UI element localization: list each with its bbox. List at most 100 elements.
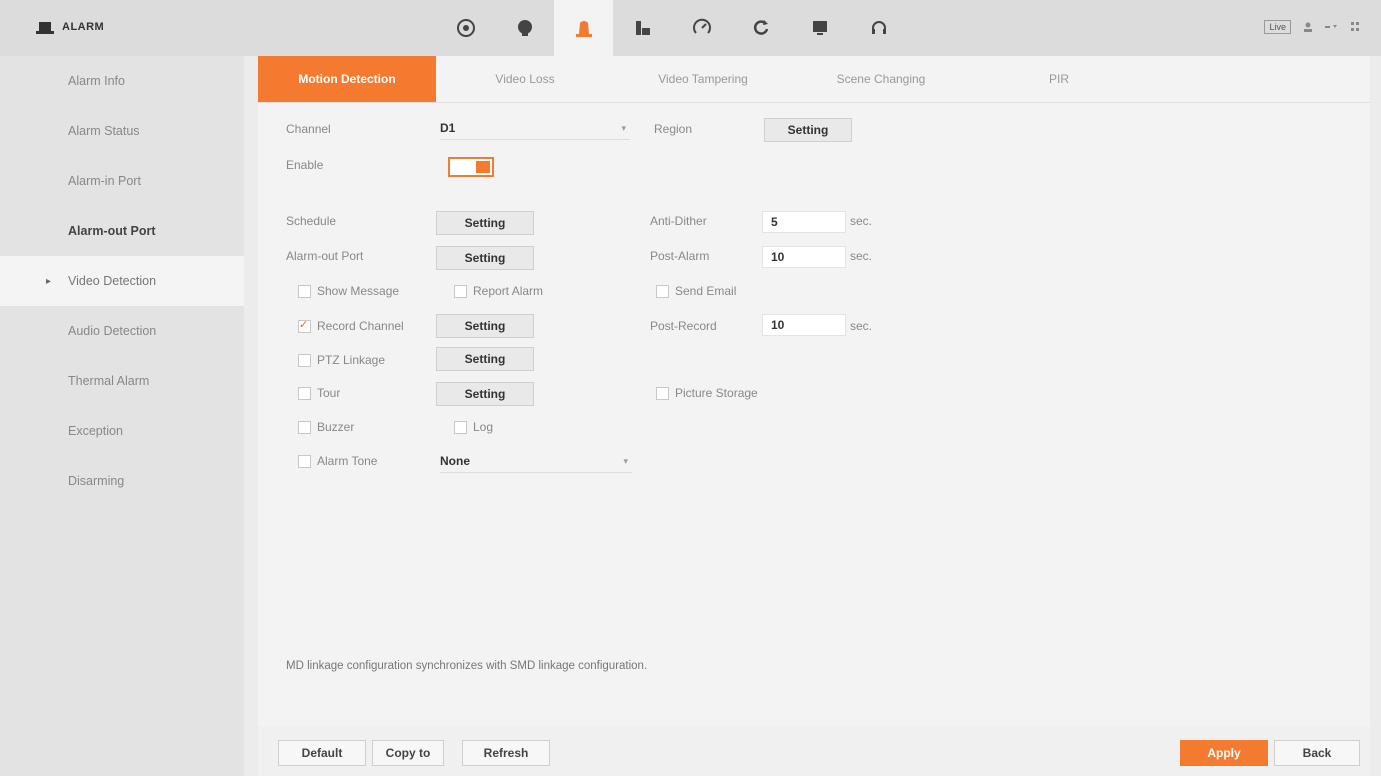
storage-icon — [635, 21, 650, 35]
post-record-input[interactable]: 10 — [762, 314, 846, 336]
network-icon — [692, 18, 711, 34]
monitor-icon — [812, 21, 827, 35]
sidebar-item-alarm-info[interactable]: Alarm Info — [0, 56, 244, 106]
bottom-bar: Default Copy to Refresh Apply Back — [258, 726, 1370, 776]
toggle-knob — [476, 161, 490, 173]
picture-storage-checkbox[interactable]: Picture Storage — [656, 386, 758, 400]
checkbox-box — [298, 353, 311, 367]
sidebar-item-alarm-in-port[interactable]: Alarm-in Port — [0, 156, 244, 206]
refresh-button[interactable]: Refresh — [462, 740, 550, 766]
sidebar-item-label: Alarm Status — [68, 124, 140, 138]
module-support[interactable] — [849, 0, 908, 56]
sidebar-item-video-detection[interactable]: ▸ Video Detection — [0, 256, 244, 306]
anti-dither-label: Anti-Dither — [650, 214, 707, 228]
tab-video-tampering[interactable]: Video Tampering — [614, 56, 792, 102]
report-alarm-checkbox[interactable]: Report Alarm — [454, 284, 543, 298]
module-storage[interactable] — [613, 0, 672, 56]
record-channel-checkbox[interactable]: Record Channel — [298, 318, 404, 333]
copy-to-button[interactable]: Copy to — [372, 740, 444, 766]
tab-bar: Motion Detection Video Loss Video Tamper… — [258, 56, 1370, 103]
default-button[interactable]: Default — [278, 740, 366, 766]
record-setting-button[interactable]: Setting — [436, 314, 534, 338]
checkbox-box — [298, 454, 311, 468]
module-maintenance[interactable] — [731, 0, 790, 56]
tour-setting-button[interactable]: Setting — [436, 382, 534, 406]
checkbox-box — [454, 420, 467, 434]
channel-value: D1 — [440, 121, 456, 135]
live-button[interactable]: Live — [1264, 20, 1291, 34]
send-email-checkbox[interactable]: Send Email — [656, 284, 736, 298]
app-title: ALARM — [36, 20, 104, 34]
post-record-label: Post-Record — [650, 319, 717, 333]
tab-video-loss[interactable]: Video Loss — [436, 56, 614, 102]
user-icon[interactable] — [1303, 22, 1313, 32]
chevron-right-icon: ▸ — [46, 275, 52, 287]
grid-icon[interactable] — [1351, 22, 1359, 32]
tab-pir[interactable]: PIR — [970, 56, 1148, 102]
post-alarm-label: Post-Alarm — [650, 249, 710, 263]
main-panel: Motion Detection Video Loss Video Tamper… — [258, 56, 1370, 726]
anti-dither-input[interactable]: 5 — [762, 211, 846, 233]
record-channel-label: Record Channel — [317, 319, 404, 333]
module-nav — [436, 0, 908, 56]
log-label: Log — [473, 420, 494, 434]
sidebar-item-exception[interactable]: Exception — [0, 406, 244, 456]
sidebar-item-label: Alarm-out Port — [68, 224, 156, 238]
tour-label: Tour — [317, 386, 341, 400]
region-label: Region — [654, 122, 693, 136]
post-alarm-unit: sec. — [850, 249, 873, 263]
sidebar-item-label: Disarming — [68, 474, 125, 488]
sidebar-item-label: Audio Detection — [68, 324, 157, 338]
sidebar-item-disarming[interactable]: Disarming — [0, 456, 244, 506]
ptz-linkage-label: PTZ Linkage — [317, 353, 386, 367]
buzzer-checkbox[interactable]: Buzzer — [298, 420, 354, 434]
top-bar: ALARM Live — [0, 0, 1381, 56]
anti-dither-unit: sec. — [850, 214, 873, 228]
alarm-tone-select[interactable]: None ▾ — [440, 450, 632, 473]
ptz-linkage-checkbox[interactable]: PTZ Linkage — [298, 353, 385, 367]
tour-checkbox[interactable]: Tour — [298, 386, 340, 400]
sidebar-item-thermal-alarm[interactable]: Thermal Alarm — [0, 356, 244, 406]
module-alarm[interactable] — [554, 0, 613, 56]
sidebar: Alarm Info Alarm Status Alarm-in Port Al… — [0, 56, 244, 776]
schedule-setting-button[interactable]: Setting — [436, 211, 534, 235]
alarm-tone-checkbox[interactable]: Alarm Tone — [298, 454, 377, 468]
checkbox-box — [454, 284, 467, 298]
sidebar-item-alarm-status[interactable]: Alarm Status — [0, 106, 244, 156]
gauge-icon — [456, 19, 475, 37]
sidebar-item-audio-detection[interactable]: Audio Detection — [0, 306, 244, 356]
checkbox-box-checked — [298, 318, 311, 333]
linkage-note: MD linkage configuration synchronizes wi… — [286, 660, 648, 672]
channel-select[interactable]: D1 ▾ — [440, 117, 630, 140]
enable-toggle[interactable] — [448, 157, 494, 177]
camera-icon — [517, 20, 532, 36]
picture-storage-label: Picture Storage — [675, 386, 758, 400]
show-message-checkbox[interactable]: Show Message — [298, 284, 399, 298]
apply-button[interactable]: Apply — [1180, 740, 1268, 766]
shortcut-menu-icon[interactable] — [1325, 22, 1339, 32]
module-dashboard[interactable] — [436, 0, 495, 56]
alarm-tone-value: None — [440, 454, 470, 468]
schedule-label: Schedule — [286, 214, 337, 228]
tab-filler — [1148, 56, 1354, 102]
alarm-out-port-label: Alarm-out Port — [286, 249, 364, 263]
checkbox-box — [298, 420, 311, 434]
region-setting-button[interactable]: Setting — [764, 118, 852, 142]
alarm-out-setting-button[interactable]: Setting — [436, 246, 534, 270]
tab-motion-detection[interactable]: Motion Detection — [258, 56, 436, 102]
ptz-setting-button[interactable]: Setting — [436, 347, 534, 371]
back-button[interactable]: Back — [1274, 740, 1360, 766]
sidebar-item-alarm-out-port[interactable]: Alarm-out Port — [0, 206, 244, 256]
module-network[interactable] — [672, 0, 731, 56]
refresh-icon — [753, 20, 768, 35]
module-camera[interactable] — [495, 0, 554, 56]
alarm-icon — [36, 22, 54, 34]
tab-scene-changing[interactable]: Scene Changing — [792, 56, 970, 102]
sidebar-item-label: Alarm-in Port — [68, 174, 141, 188]
checkbox-box — [656, 284, 669, 298]
log-checkbox[interactable]: Log — [454, 420, 493, 434]
sidebar-item-label: Exception — [68, 424, 123, 438]
post-alarm-input[interactable]: 10 — [762, 246, 846, 268]
post-record-unit: sec. — [850, 319, 873, 333]
module-display[interactable] — [790, 0, 849, 56]
